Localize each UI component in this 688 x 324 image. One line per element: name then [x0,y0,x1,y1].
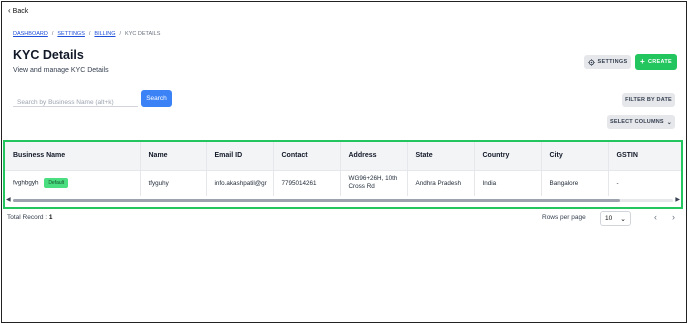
table-row[interactable]: fvghbgyh Default tfyguhy info.akashpatil… [5,170,681,196]
kyc-table: Business Name Name Email ID Contact Addr… [5,142,681,196]
create-button-label: CREATE [647,59,672,65]
column-header-name[interactable]: Name [140,142,207,171]
column-header-city[interactable]: City [541,142,609,171]
chevron-left-icon: ‹ [654,212,657,222]
breadcrumb-dashboard[interactable]: DASHBOARD [13,31,48,37]
chevron-down-icon: ⌄ [666,119,673,126]
rows-per-page-label: Rows per page [542,214,586,221]
cell-state: Andhra Pradesh [407,170,475,196]
column-header-business-name[interactable]: Business Name [5,142,141,171]
settings-button-label: SETTINGS [597,59,628,65]
rows-per-page-value: 10 [605,215,613,222]
cell-contact: 7795014261 [273,170,341,196]
page-subtitle: View and manage KYC Details [13,67,109,74]
cell-country: India [474,170,542,196]
cell-business-name: fvghbgyh Default [5,170,141,196]
breadcrumb-separator: / [51,31,54,37]
select-columns-label: SELECT COLUMNS [609,119,664,125]
chevron-left-icon: ‹ [8,6,11,15]
cell-address: WG96+26H, 10th Cross Rd [340,170,408,196]
total-record-label: Total Record : [7,214,48,221]
chevron-right-icon: › [672,212,675,222]
back-link[interactable]: ‹ Back [8,7,28,15]
breadcrumb-billing[interactable]: BILLING [94,31,115,37]
cell-email: info.akashpatil@gr [206,170,274,196]
search-field [13,91,138,110]
total-record: Total Record : 1 [7,214,53,221]
gear-icon [587,58,595,66]
cell-gstin: - [608,170,681,196]
column-header-country[interactable]: Country [474,142,542,171]
next-page-button[interactable]: › [672,212,675,222]
breadcrumb-separator: / [88,31,91,37]
scroll-right-icon[interactable]: ▶ [675,197,680,204]
breadcrumb-current: KYC DETAILS [125,31,161,37]
column-header-gstin[interactable]: GSTIN [608,142,681,171]
page-title: KYC Details [13,48,84,62]
column-header-contact[interactable]: Contact [273,142,341,171]
breadcrumb-settings[interactable]: SETTINGS [57,31,85,37]
search-button[interactable]: Search [141,90,172,107]
business-name-text: fvghbgyh [13,179,39,187]
horizontal-scrollbar[interactable]: ◀ ▶ [5,197,681,204]
total-record-value: 1 [48,214,53,221]
create-button[interactable]: + CREATE [635,54,677,70]
column-header-address[interactable]: Address [340,142,408,171]
scrollbar-thumb[interactable] [13,199,620,202]
back-label: Back [12,7,29,15]
cell-name: tfyguhy [140,170,207,196]
scroll-left-icon[interactable]: ◀ [6,197,11,204]
select-columns-button[interactable]: SELECT COLUMNS ⌄ [607,115,675,129]
default-badge: Default [44,178,69,189]
table-header-row: Business Name Name Email ID Contact Addr… [5,142,681,171]
column-header-state[interactable]: State [407,142,475,171]
kyc-table-container: Business Name Name Email ID Contact Addr… [3,140,683,209]
cell-city: Bangalore [541,170,609,196]
breadcrumb: DASHBOARD / SETTINGS / BILLING / KYC DET… [13,31,160,37]
filter-by-date-button[interactable]: FILTER BY DATE [622,93,675,107]
column-header-email[interactable]: Email ID [206,142,274,171]
rows-per-page-select[interactable]: 10 ⌄ [600,211,631,226]
plus-icon: + [640,57,645,66]
prev-page-button[interactable]: ‹ [654,212,657,222]
search-input[interactable] [13,95,138,110]
settings-button[interactable]: SETTINGS [584,55,631,69]
chevron-down-icon: ⌄ [620,215,626,223]
breadcrumb-separator: / [119,31,122,37]
